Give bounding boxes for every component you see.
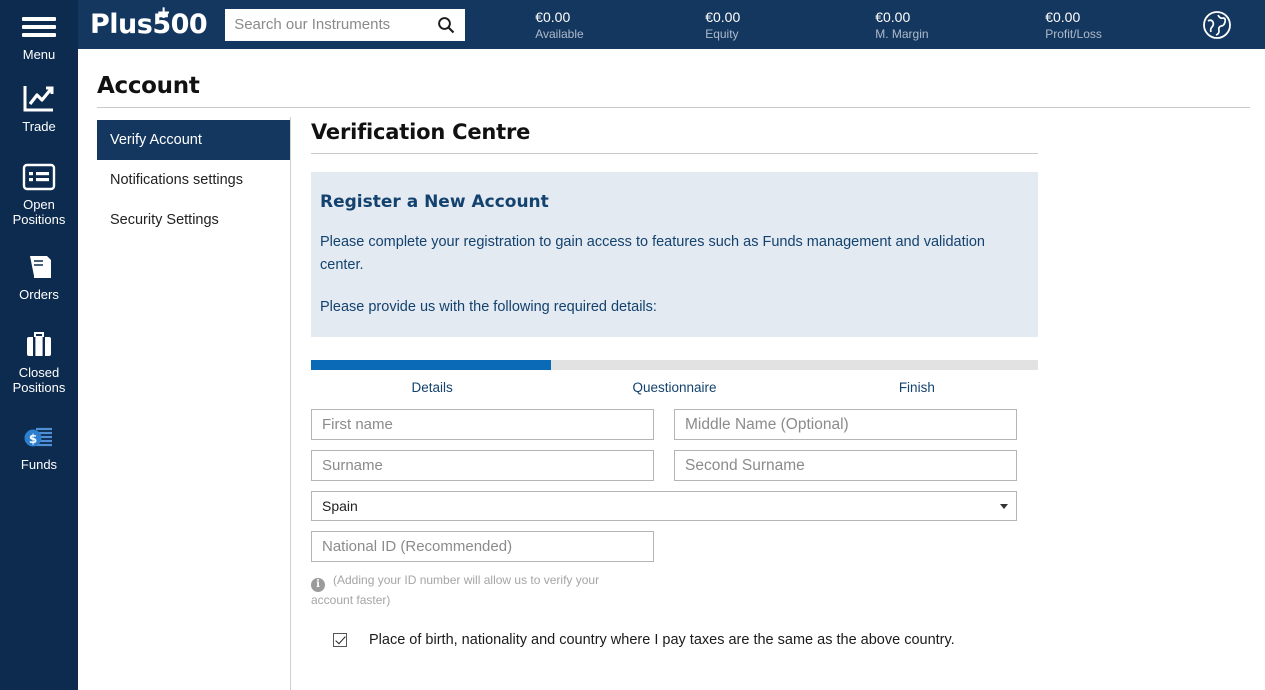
- stat-caption: Profit/Loss: [1045, 26, 1102, 41]
- stat-caption: Available: [535, 26, 584, 41]
- subnav-label: Verify Account: [110, 132, 202, 148]
- form-row-names: [311, 409, 1038, 440]
- surname-input[interactable]: [311, 450, 654, 481]
- registration-steps: Details Questionnaire Finish: [311, 380, 1038, 395]
- search-input[interactable]: [234, 9, 435, 40]
- country-selected-value: Spain: [322, 498, 358, 514]
- same-country-checkbox-label: Place of birth, nationality and country …: [369, 632, 955, 648]
- stat-caption: Equity: [705, 26, 739, 41]
- sidebar-item-label-menu: Menu: [22, 47, 56, 62]
- sidebar-item-menu[interactable]: Menu: [0, 10, 78, 62]
- form-row-national-id: [311, 531, 1038, 562]
- subnav-label: Notifications settings: [110, 172, 243, 188]
- info-panel-paragraph-2: Please provide us with the following req…: [320, 299, 657, 315]
- logo-text: Plus500: [90, 9, 208, 40]
- country-select-wrapper: Spain: [311, 491, 1017, 521]
- globe-icon[interactable]: [1202, 10, 1232, 45]
- section-title: Verification Centre: [311, 120, 531, 144]
- sidebar-item-label-closed-positions: Closed Positions: [12, 365, 66, 395]
- stat-value: €0.00: [705, 8, 741, 25]
- list-icon: [0, 160, 78, 194]
- sidebar-item-label-open-positions: Open Positions: [12, 197, 66, 227]
- same-country-checkbox-row: Place of birth, nationality and country …: [311, 632, 1038, 648]
- registration-form: Spain i(Adding your ID number will allow…: [311, 409, 1038, 648]
- sidebar-item-orders[interactable]: Orders: [0, 250, 78, 302]
- sidebar-item-open-positions[interactable]: Open Positions: [0, 160, 78, 227]
- form-row-surnames: [311, 450, 1038, 481]
- stat-value: €0.00: [875, 8, 911, 25]
- primary-sidebar: Menu Trade Open Positions Orders Closed …: [0, 0, 78, 690]
- stat-maintenance-margin: €0.00 M. Margin: [875, 8, 1045, 42]
- account-subnav: Verify Account Notifications settings Se…: [97, 120, 290, 240]
- stat-value: €0.00: [1045, 8, 1081, 25]
- stat-equity: €0.00 Equity: [705, 8, 875, 42]
- subnav-item-security-settings[interactable]: Security Settings: [97, 200, 290, 240]
- step-finish[interactable]: Finish: [796, 380, 1038, 395]
- second-surname-input[interactable]: [674, 450, 1017, 481]
- page-title: Account: [97, 73, 200, 99]
- search-box[interactable]: [225, 8, 466, 41]
- briefcase-icon: [0, 328, 78, 362]
- subnav-item-notifications-settings[interactable]: Notifications settings: [97, 160, 290, 200]
- hint-text: (Adding your ID number will allow us to …: [311, 573, 600, 607]
- svg-text:$: $: [29, 432, 37, 446]
- info-icon: i: [311, 578, 325, 592]
- info-panel-heading: Register a New Account: [320, 192, 549, 212]
- sidebar-item-label-orders: Orders: [19, 287, 59, 302]
- chevron-down-icon[interactable]: [1000, 504, 1008, 509]
- plus500-logo: + Plus500: [90, 5, 208, 41]
- hamburger-menu-icon: [0, 10, 78, 44]
- same-country-checkbox[interactable]: [333, 633, 347, 647]
- stat-profit-loss: €0.00 Profit/Loss: [1045, 8, 1215, 42]
- step-details[interactable]: Details: [311, 380, 553, 395]
- stat-available: €0.00 Available: [535, 8, 705, 42]
- national-id-input[interactable]: [311, 531, 654, 562]
- stat-caption: M. Margin: [875, 26, 929, 41]
- register-info-panel: Register a New Account Please complete y…: [311, 172, 1038, 337]
- logo-plus-mark: +: [156, 3, 171, 23]
- subnav-item-verify-account[interactable]: Verify Account: [97, 120, 290, 160]
- registration-progress-bar: [311, 360, 1038, 370]
- subnav-divider: [290, 117, 291, 690]
- national-id-hint: i (Adding your ID number will allow us to…: [311, 572, 631, 609]
- page-title-divider: [97, 107, 1250, 108]
- sidebar-item-label-trade: Trade: [22, 119, 56, 134]
- top-header-bar: + Plus500 €0.00 Available €0.00 Equity: [78, 0, 1265, 49]
- sidebar-item-closed-positions[interactable]: Closed Positions: [0, 328, 78, 395]
- stat-value: €0.00: [535, 8, 571, 25]
- country-select[interactable]: Spain: [311, 491, 1017, 521]
- step-questionnaire[interactable]: Questionnaire: [553, 380, 795, 395]
- account-stats: €0.00 Available €0.00 Equity €0.00 M. Ma…: [535, 8, 1215, 42]
- info-panel-paragraph-1: Please complete your registration to gai…: [320, 234, 985, 273]
- sidebar-item-funds[interactable]: $ Funds: [0, 420, 78, 472]
- middle-name-input[interactable]: [674, 409, 1017, 440]
- book-icon: [0, 250, 78, 284]
- main-content: Verification Centre Register a New Accou…: [311, 120, 1038, 648]
- application-window: Menu Trade Open Positions Orders Closed …: [0, 0, 1265, 690]
- chart-line-icon: [0, 82, 78, 116]
- search-icon[interactable]: [437, 16, 455, 39]
- first-name-input[interactable]: [311, 409, 654, 440]
- sidebar-item-trade[interactable]: Trade: [0, 82, 78, 134]
- sidebar-item-label-funds: Funds: [20, 457, 58, 472]
- subnav-label: Security Settings: [110, 212, 219, 228]
- money-coin-icon: $: [0, 420, 78, 454]
- progress-fill: [311, 360, 551, 370]
- section-divider: [311, 153, 1038, 154]
